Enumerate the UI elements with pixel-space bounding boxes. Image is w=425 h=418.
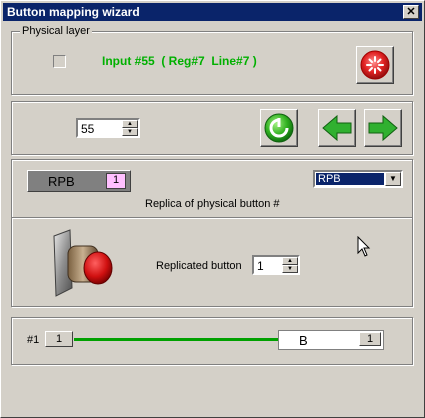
wizard-window: Button mapping wizard ✕ Physical layer I…: [0, 0, 425, 418]
replica-select[interactable]: RPB ▼: [313, 170, 403, 188]
stop-icon: [360, 50, 390, 80]
mouse-cursor-icon: [357, 236, 371, 257]
spinner-down-icon[interactable]: ▼: [282, 265, 298, 273]
mapping-target-box[interactable]: B 1: [278, 330, 384, 350]
replicated-button-value: 1: [257, 259, 264, 273]
close-button[interactable]: ✕: [403, 5, 419, 19]
mapping-line: [74, 338, 278, 341]
window-title: Button mapping wizard: [7, 5, 140, 19]
forward-button[interactable]: [364, 109, 402, 147]
arrow-left-icon: [322, 114, 352, 142]
rpb-button-label: RPB: [48, 174, 75, 189]
mapping-target-label: B: [299, 333, 308, 348]
replica-select-value: RPB: [316, 173, 384, 185]
physical-layer-label: Physical layer: [20, 25, 92, 37]
chevron-down-icon[interactable]: ▼: [385, 172, 401, 186]
input-info-text: Input #55 ( Reg#7 Line#7 ): [102, 54, 257, 68]
replica-group: RPB 1 RPB ▼ Replica of physical button #: [11, 159, 413, 307]
spinner-up-icon[interactable]: ▲: [282, 257, 298, 265]
replicated-button-spinner[interactable]: 1 ▲ ▼: [252, 255, 300, 275]
title-bar: Button mapping wizard ✕: [3, 3, 422, 21]
physical-button-image: [53, 229, 113, 297]
spinner-down-icon[interactable]: ▼: [122, 128, 138, 136]
spinner-up-icon[interactable]: ▲: [122, 120, 138, 128]
rpb-button[interactable]: RPB 1: [27, 170, 131, 192]
physical-layer-group: Physical layer Input #55 ( Reg#7 Line#7 …: [11, 25, 413, 95]
mapping-left-button[interactable]: 1: [45, 331, 73, 347]
navigation-group: 55 ▲ ▼: [11, 101, 413, 155]
input-spinner[interactable]: 55 ▲ ▼: [76, 118, 140, 138]
replicated-button-label: Replicated button: [156, 260, 242, 272]
replica-caption: Replica of physical button #: [145, 198, 280, 210]
stop-button[interactable]: [356, 46, 394, 84]
mapping-index-label: #1: [27, 334, 40, 346]
mapping-target-value[interactable]: 1: [359, 332, 381, 346]
back-button[interactable]: [318, 109, 356, 147]
rpb-button-badge: 1: [106, 173, 126, 189]
mapping-group: #1 1 B 1: [11, 317, 413, 365]
refresh-icon: [264, 113, 294, 143]
spinner-arrows[interactable]: ▲ ▼: [282, 257, 298, 273]
spinner-arrows[interactable]: ▲ ▼: [122, 120, 138, 136]
input-spinner-value: 55: [81, 122, 95, 136]
separator: [12, 217, 412, 218]
physical-checkbox[interactable]: [53, 55, 66, 68]
refresh-button[interactable]: [260, 109, 298, 147]
arrow-right-icon: [368, 114, 398, 142]
